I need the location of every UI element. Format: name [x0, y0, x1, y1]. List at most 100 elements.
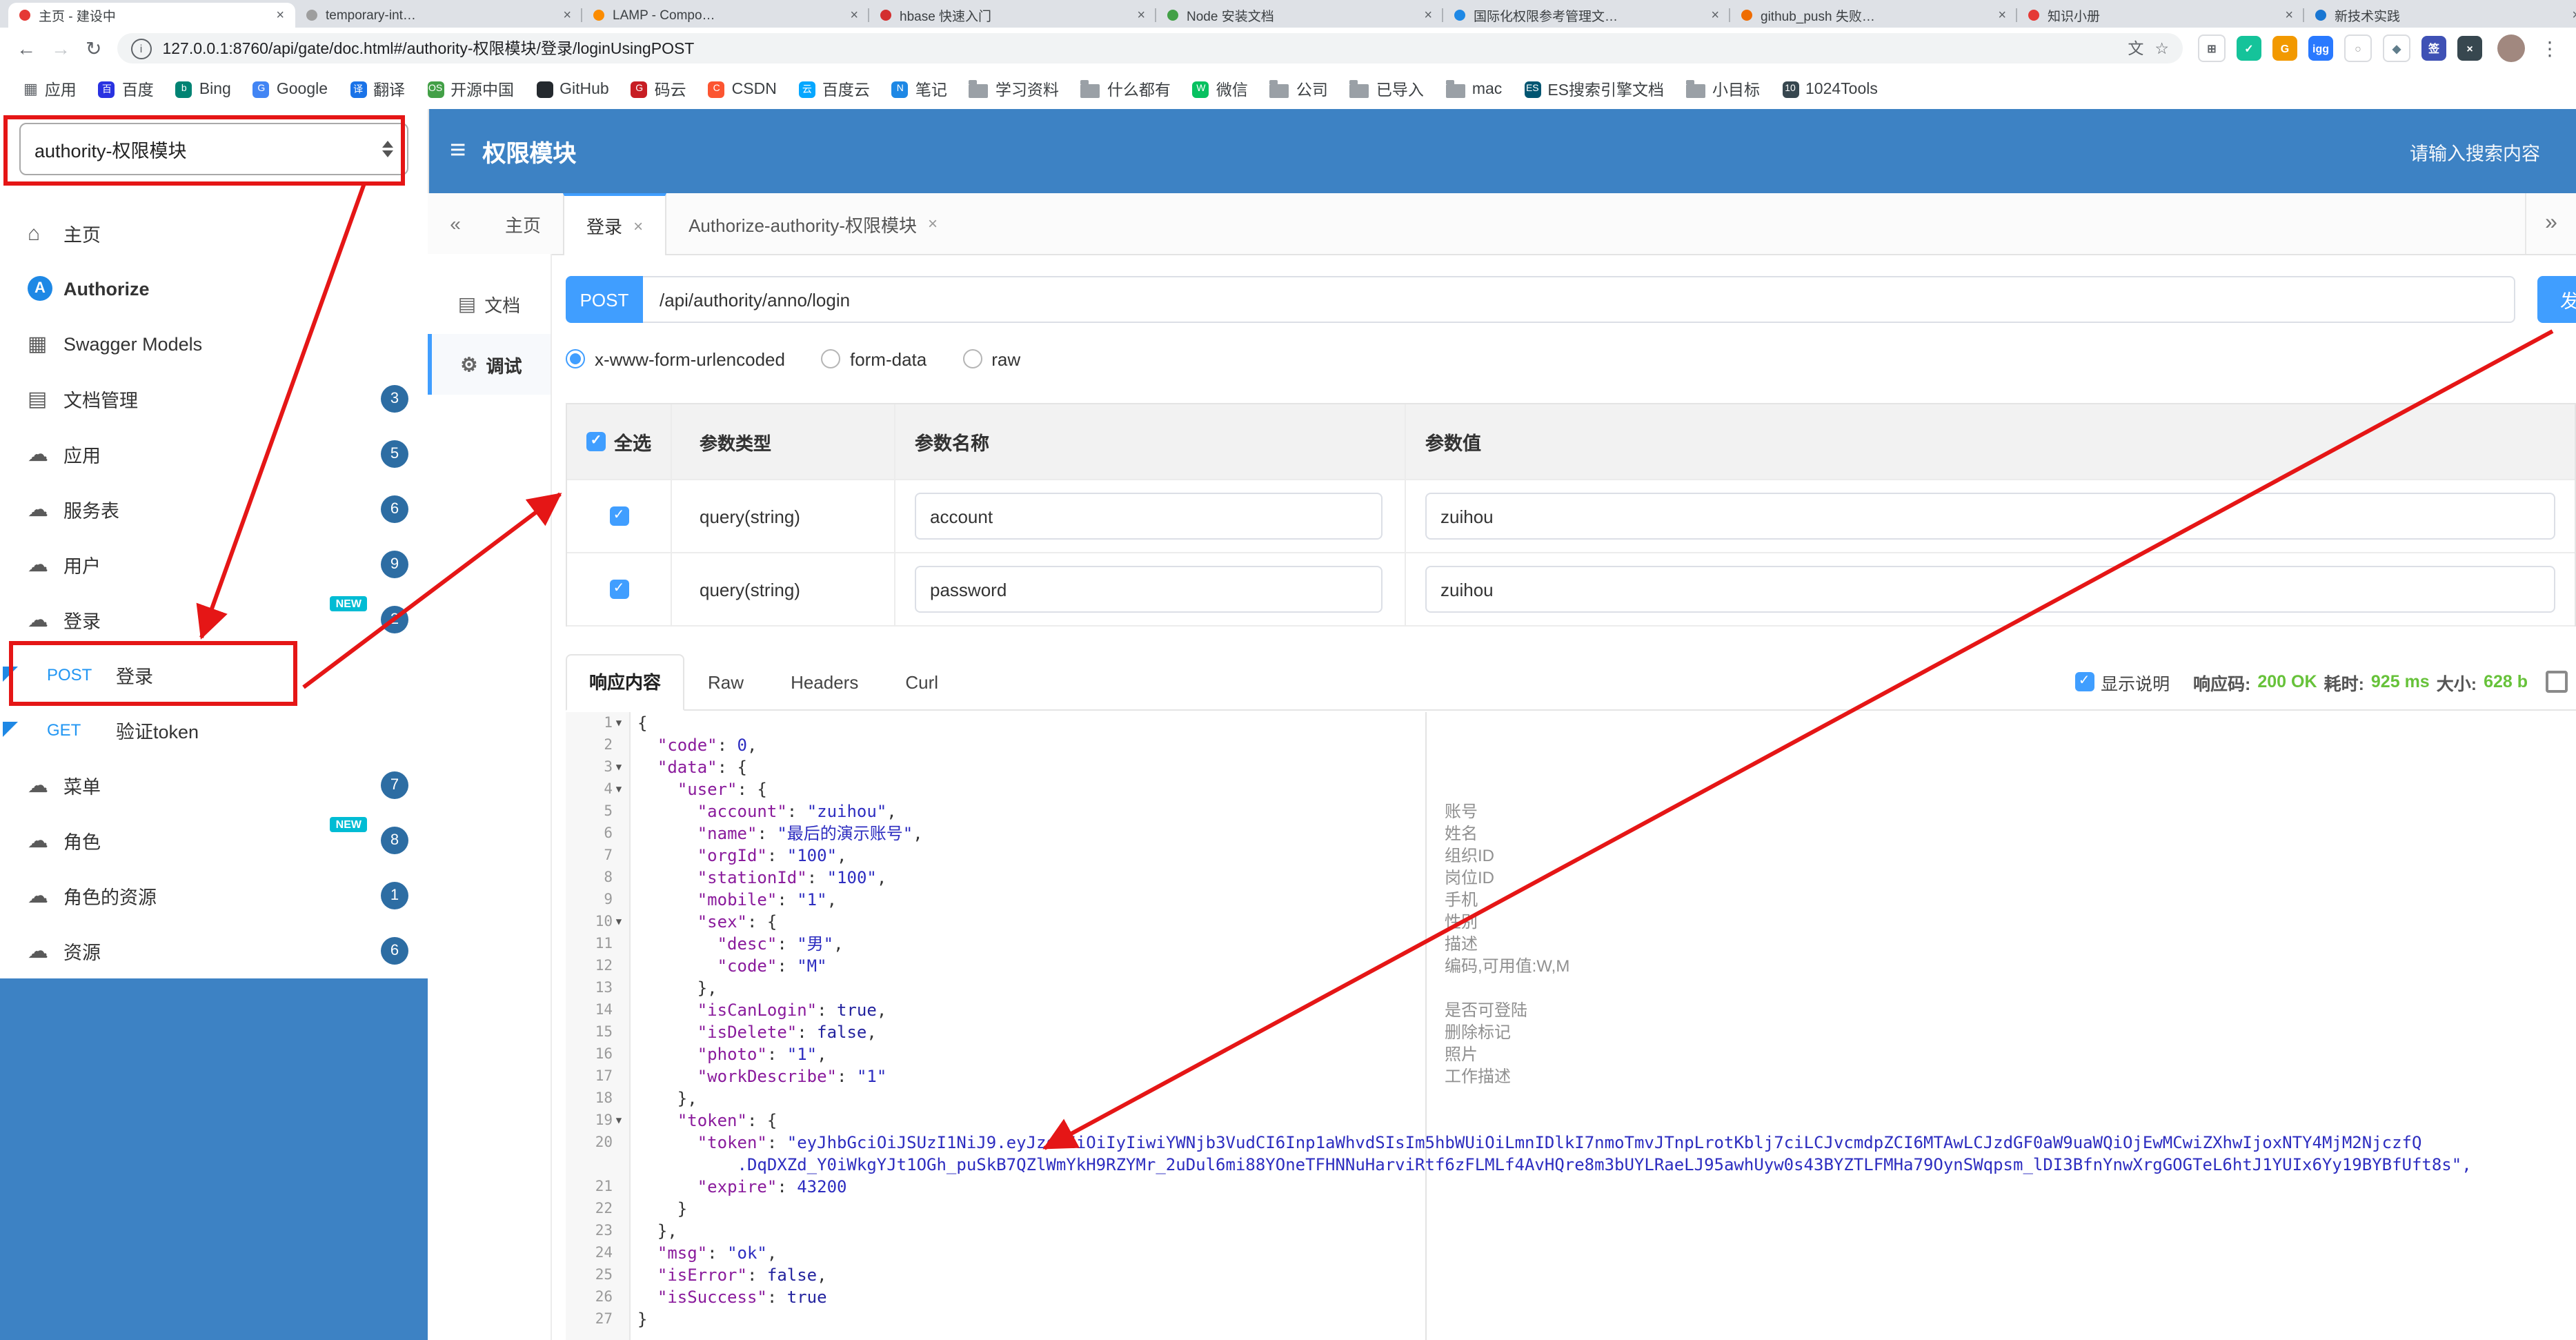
response-tab[interactable]: 响应内容 [566, 654, 685, 711]
bookmark-item[interactable]: 小目标 [1676, 75, 1770, 103]
bookmark-item[interactable]: G 码云 [622, 75, 696, 103]
fold-icon[interactable]: ▼ [613, 778, 625, 800]
body-type-radio[interactable]: raw [962, 348, 1020, 369]
tab-close-icon[interactable]: × [928, 214, 938, 233]
extension-icon[interactable]: G [2272, 36, 2297, 61]
panel-tab-doc[interactable]: ▤ 文档 [428, 273, 551, 334]
bookmark-item[interactable]: 云百度云 [789, 75, 880, 103]
checkbox-checked-icon[interactable]: ✓ [586, 432, 606, 451]
browser-tab[interactable]: 主页 - 建设中 × [8, 3, 295, 28]
browser-tab[interactable]: Node 安装文档 × [1156, 3, 1443, 28]
extension-icon[interactable]: ✓ [2237, 36, 2261, 61]
sidebar-item[interactable]: A Authorize [0, 261, 428, 316]
tab-close-icon[interactable]: × [633, 216, 643, 235]
forward-button[interactable]: → [51, 37, 70, 59]
fullscreen-icon[interactable] [2546, 671, 2568, 693]
bookmark-item[interactable]: G Google [244, 75, 337, 103]
browser-tab[interactable]: github_push 失败… × [1730, 3, 2017, 28]
tab-close-icon[interactable]: × [276, 8, 284, 23]
site-info-icon[interactable]: i [130, 38, 152, 59]
bookmark-item[interactable]: 10 1024Tools [1772, 75, 1888, 103]
sidebar-item[interactable]: ☁ 服务表 6 [0, 482, 428, 537]
sidebar-item[interactable]: ⌂ 主页 [0, 206, 428, 261]
extension-icon[interactable]: ○ [2344, 35, 2372, 62]
checkbox-checked-icon[interactable]: ✓ [609, 580, 628, 599]
bookmark-item[interactable]: 公司 [1260, 75, 1338, 103]
extension-icon[interactable]: ⊞ [2198, 35, 2226, 62]
sidebar-item[interactable]: ☁ 登录 NEW 2 [0, 592, 428, 647]
browser-tab[interactable]: 知识小册 × [2017, 3, 2304, 28]
checkbox-checked-icon[interactable]: ✓ [609, 506, 628, 526]
fold-icon[interactable]: ▼ [613, 756, 625, 778]
param-value-input[interactable] [1425, 493, 2555, 540]
tab-close-icon[interactable]: × [2572, 8, 2576, 23]
body-type-radio[interactable]: form-data [820, 348, 927, 369]
body-type-radio[interactable]: x-www-form-urlencoded [566, 348, 785, 369]
bookmark-item[interactable]: 百百度 [89, 75, 164, 103]
tab-close-icon[interactable]: × [850, 8, 858, 23]
translate-icon[interactable]: 文 [2128, 37, 2143, 59]
param-name-input[interactable] [915, 566, 1383, 613]
response-tab[interactable]: Curl [882, 654, 962, 711]
extension-icon[interactable]: igg [2308, 36, 2333, 61]
bookmark-item[interactable]: 已导入 [1340, 75, 1434, 103]
doc-tab[interactable]: Authorize-authority-权限模块 × [666, 193, 960, 254]
module-select[interactable]: authority-权限模块 [19, 123, 408, 175]
param-value-input[interactable] [1425, 566, 2555, 613]
bookmark-item[interactable]: 译翻译 [340, 75, 415, 103]
bookmark-item[interactable]: ES ES搜索引擎文档 [1514, 75, 1674, 103]
send-button[interactable]: 发送 [2537, 276, 2576, 323]
request-url-input[interactable] [643, 276, 2515, 323]
hamburger-menu-icon[interactable]: ≡ [450, 135, 466, 167]
fold-icon[interactable]: ▼ [613, 911, 625, 933]
bookmark-item[interactable]: 什么都有 [1071, 75, 1180, 103]
sidebar-api-item[interactable]: POST 登录 [0, 647, 428, 702]
bookmark-item[interactable]: mac [1436, 75, 1512, 103]
back-button[interactable]: ← [17, 37, 36, 59]
fold-icon[interactable]: ▼ [613, 712, 625, 734]
bookmark-item[interactable]: 学习资料 [960, 75, 1069, 103]
fold-icon[interactable]: ▼ [613, 1110, 625, 1132]
profile-avatar[interactable] [2497, 35, 2525, 62]
sidebar-item[interactable]: ☁ 菜单 7 [0, 758, 428, 813]
reload-button[interactable]: ↻ [86, 37, 101, 60]
browser-tab[interactable]: temporary-int… × [295, 3, 582, 28]
browser-tab[interactable]: hbase 快速入门 × [869, 3, 1156, 28]
tab-close-icon[interactable]: × [1998, 8, 2006, 23]
response-tab[interactable]: Headers [767, 654, 882, 711]
collapse-tabs-button[interactable]: « [428, 193, 483, 254]
sidebar-item[interactable]: ▦ Swagger Models [0, 316, 428, 371]
doc-tab[interactable]: 主页 [483, 193, 563, 254]
sidebar-api-item[interactable]: GET 验证token [0, 702, 428, 758]
sidebar-item[interactable]: ▤ 文档管理 3 [0, 371, 428, 426]
extension-icon[interactable]: × [2457, 36, 2482, 61]
address-bar[interactable]: i 127.0.0.1:8760/api/gate/doc.html#/auth… [117, 33, 2183, 63]
tab-close-icon[interactable]: × [563, 8, 571, 23]
tab-close-icon[interactable]: × [2285, 8, 2293, 23]
sidebar-item[interactable]: ☁ 角色的资源 1 [0, 868, 428, 923]
browser-tab[interactable]: 国际化权限参考管理文… × [1443, 3, 1730, 28]
sidebar-item[interactable]: ☁ 用户 9 [0, 537, 428, 592]
sidebar-item[interactable]: ☁ 角色 NEW 8 [0, 813, 428, 868]
panel-tab-debug[interactable]: ⚙ 调试 [428, 334, 551, 395]
response-tab[interactable]: Raw [684, 654, 767, 711]
sidebar-item[interactable]: ☁ 资源 6 [0, 923, 428, 978]
bookmark-item[interactable]: W 微信 [1183, 75, 1258, 103]
tab-close-icon[interactable]: × [1424, 8, 1432, 23]
extension-icon[interactable]: ◆ [2383, 35, 2410, 62]
param-name-input[interactable] [915, 493, 1383, 540]
sidebar-item[interactable]: ☁ 应用 5 [0, 426, 428, 482]
tab-close-icon[interactable]: × [1711, 8, 1719, 23]
bookmark-item[interactable]: GitHub [526, 75, 619, 103]
bookmark-item[interactable]: C CSDN [699, 75, 786, 103]
browser-menu-icon[interactable]: ⋮ [2540, 37, 2559, 60]
doc-tab[interactable]: 登录 × [563, 193, 667, 255]
header-search-input[interactable]: 请输入搜索内容 [2410, 137, 2540, 165]
checkbox-checked-icon[interactable]: ✓ [2074, 672, 2094, 691]
bookmark-item[interactable]: ▦ 应用 [14, 75, 86, 103]
bookmark-star-icon[interactable]: ☆ [2154, 39, 2169, 58]
bookmark-item[interactable]: OS 开源中国 [417, 75, 524, 103]
extension-icon[interactable]: 签 [2421, 36, 2446, 61]
bookmark-item[interactable]: N 笔记 [882, 75, 957, 103]
browser-tab[interactable]: LAMP - Compo… × [582, 3, 869, 28]
